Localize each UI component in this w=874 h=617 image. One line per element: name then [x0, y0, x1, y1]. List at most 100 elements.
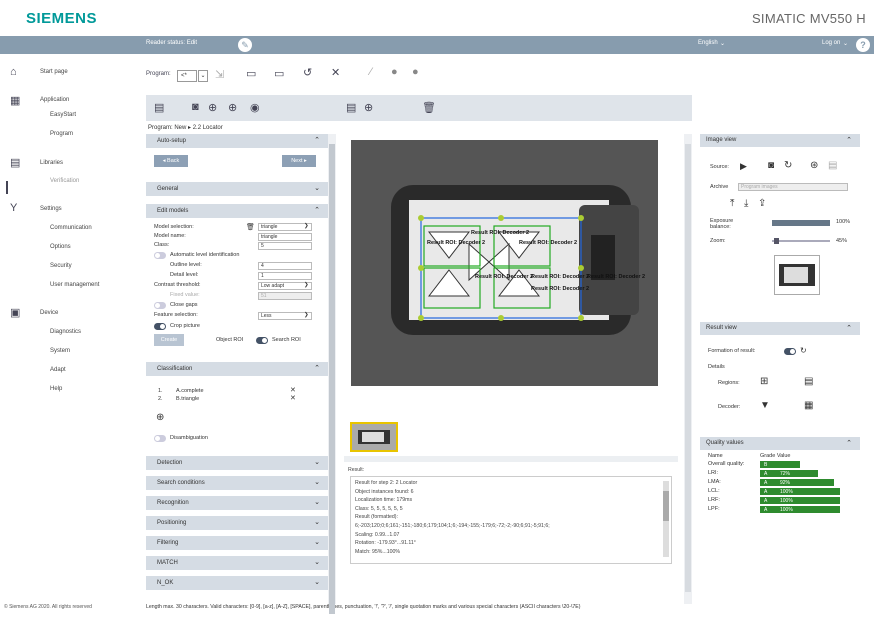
roi-handle[interactable] — [578, 315, 584, 321]
fixed-value-input[interactable]: 51 — [258, 292, 312, 300]
login-button[interactable]: Log on — [822, 40, 840, 46]
class-input[interactable]: 5 — [258, 242, 312, 250]
left-panel-scrollbar[interactable] — [328, 134, 336, 614]
target-icon[interactable]: ◉ — [250, 101, 260, 114]
camera-icon[interactable]: ◙ — [192, 101, 199, 113]
nav-diagnostics[interactable]: Diagnostics — [50, 329, 81, 335]
language-selector[interactable]: English — [698, 40, 718, 46]
delete-icon[interactable]: 🗑 — [422, 101, 436, 114]
crop-picture-toggle[interactable] — [154, 323, 166, 330]
locator-add-icon[interactable]: ⊕ — [228, 101, 237, 114]
scroll-thumb[interactable] — [329, 144, 335, 614]
center-scrollbar[interactable] — [684, 134, 692, 604]
close-gaps-toggle[interactable] — [154, 302, 166, 309]
remove-class-icon[interactable]: ✕ — [290, 386, 296, 394]
roi-handle[interactable] — [418, 315, 424, 321]
help-icon[interactable]: ? — [856, 38, 870, 52]
upload-icon[interactable]: ⤒ — [730, 198, 734, 209]
back-button[interactable]: ◂ Back — [154, 155, 188, 167]
refresh-icon[interactable]: ↻ — [784, 160, 792, 171]
class-item-name[interactable]: A.complete — [176, 388, 204, 394]
export-icon[interactable]: ⇲ — [215, 68, 224, 81]
add-locator-icon[interactable]: ⊕ — [364, 101, 373, 114]
model-name-input[interactable]: triangle — [258, 233, 312, 241]
roi-handle[interactable] — [418, 215, 424, 221]
result-scrollbar[interactable] — [663, 481, 669, 557]
nav-libraries[interactable]: Libraries — [40, 160, 63, 166]
scroll-thumb[interactable] — [663, 491, 669, 521]
nav-adapt[interactable]: Adapt — [50, 367, 66, 373]
image-preview[interactable] — [774, 255, 820, 295]
section-detection[interactable]: Detection ⌄ — [146, 456, 328, 470]
exposure-slider[interactable] — [772, 220, 830, 226]
nav-start-page[interactable]: Start page — [40, 69, 68, 75]
auto-level-toggle[interactable] — [154, 252, 166, 259]
export-image-icon[interactable]: ⇪ — [758, 198, 766, 209]
nav-communication[interactable]: Communication — [50, 225, 92, 231]
nav-easystart[interactable]: EasyStart — [50, 112, 76, 118]
regions-icon[interactable]: ⊞ — [760, 376, 768, 387]
section-general[interactable]: General ⌄ — [146, 182, 328, 196]
program-selector[interactable]: <* — [177, 70, 197, 82]
scroll-thumb[interactable] — [685, 144, 691, 592]
next-button[interactable]: Next ▸ — [282, 155, 316, 167]
roi-handle[interactable] — [498, 315, 504, 321]
section-match[interactable]: MATCH ⌄ — [146, 556, 328, 570]
nav-user-management[interactable]: User management — [50, 282, 99, 288]
roi-handle[interactable] — [418, 265, 424, 271]
create-button[interactable]: Create — [154, 334, 184, 346]
nav-help[interactable]: Help — [50, 386, 62, 392]
roi-toggle[interactable] — [256, 337, 268, 344]
nav-options[interactable]: Options — [50, 244, 71, 250]
camera-source-icon[interactable]: ▶ — [740, 161, 747, 172]
zoom-slider-thumb[interactable] — [774, 238, 779, 244]
nav-program[interactable]: Program — [50, 131, 73, 137]
add-class-icon[interactable]: ⊕ — [156, 412, 164, 423]
nav-verification[interactable]: Verification — [50, 178, 79, 184]
gallery-icon[interactable]: ▤ — [828, 160, 837, 171]
close-icon[interactable]: ✕ — [331, 66, 340, 79]
section-image-view[interactable]: Image view ⌃ — [700, 134, 860, 147]
nav-application[interactable]: Application — [40, 97, 69, 103]
edit-pencil-icon[interactable]: ✎ — [238, 38, 252, 52]
nav-system[interactable]: System — [50, 348, 70, 354]
play-icon[interactable]: ● — [391, 66, 398, 78]
regions-add-icon[interactable]: ▤ — [804, 376, 813, 387]
draw-icon[interactable]: ⁄ — [370, 66, 372, 78]
filter-icon[interactable]: ▼ — [760, 400, 770, 411]
nav-settings[interactable]: Settings — [40, 206, 62, 212]
section-search-conditions[interactable]: Search conditions ⌄ — [146, 476, 328, 490]
snapshot-icon[interactable]: ◙ — [768, 160, 774, 171]
splitter[interactable] — [344, 456, 678, 462]
code-icon[interactable]: ▦ — [804, 400, 813, 411]
undo-icon[interactable]: ↺ — [303, 66, 312, 79]
delete-model-icon[interactable]: 🗑 — [246, 223, 255, 231]
save-icon[interactable]: ▭ — [246, 67, 256, 80]
document-icon[interactable]: ▤ — [154, 101, 164, 114]
nav-security[interactable]: Security — [50, 263, 72, 269]
section-result-view[interactable]: Result view ⌃ — [700, 322, 860, 335]
roi-handle[interactable] — [578, 265, 584, 271]
roi-handle[interactable] — [498, 215, 504, 221]
save-as-icon[interactable]: ▭ — [274, 67, 284, 80]
class-item-name[interactable]: B.triangle — [176, 396, 199, 402]
outline-level-input[interactable]: 4 — [258, 262, 312, 270]
section-recognition[interactable]: Recognition ⌄ — [146, 496, 328, 510]
camera-image[interactable]: Result ROI: Decoder 2 Result ROI: Decode… — [351, 140, 658, 386]
refresh-icon[interactable]: ↻ — [800, 346, 807, 355]
locator-icon[interactable]: ⊕ — [208, 101, 217, 114]
detail-level-input[interactable]: 1 — [258, 272, 312, 280]
image-thumbnail[interactable] — [350, 422, 398, 452]
formation-toggle[interactable] — [784, 348, 796, 355]
remove-class-icon[interactable]: ✕ — [290, 394, 296, 402]
roi-handle[interactable] — [578, 215, 584, 221]
disambiguation-toggle[interactable] — [154, 435, 166, 442]
section-quality-values[interactable]: Quality values ⌃ — [700, 437, 860, 450]
zoom-slider-track[interactable] — [772, 240, 830, 242]
download-icon[interactable]: ⤓ — [744, 198, 748, 209]
settings-icon[interactable]: ⊛ — [810, 160, 818, 171]
add-step-icon[interactable]: ▤ — [346, 101, 356, 114]
nav-device[interactable]: Device — [40, 310, 58, 316]
section-classification[interactable]: Classification ⌃ — [146, 362, 328, 376]
section-edit-models[interactable]: Edit models ⌃ — [146, 204, 328, 218]
